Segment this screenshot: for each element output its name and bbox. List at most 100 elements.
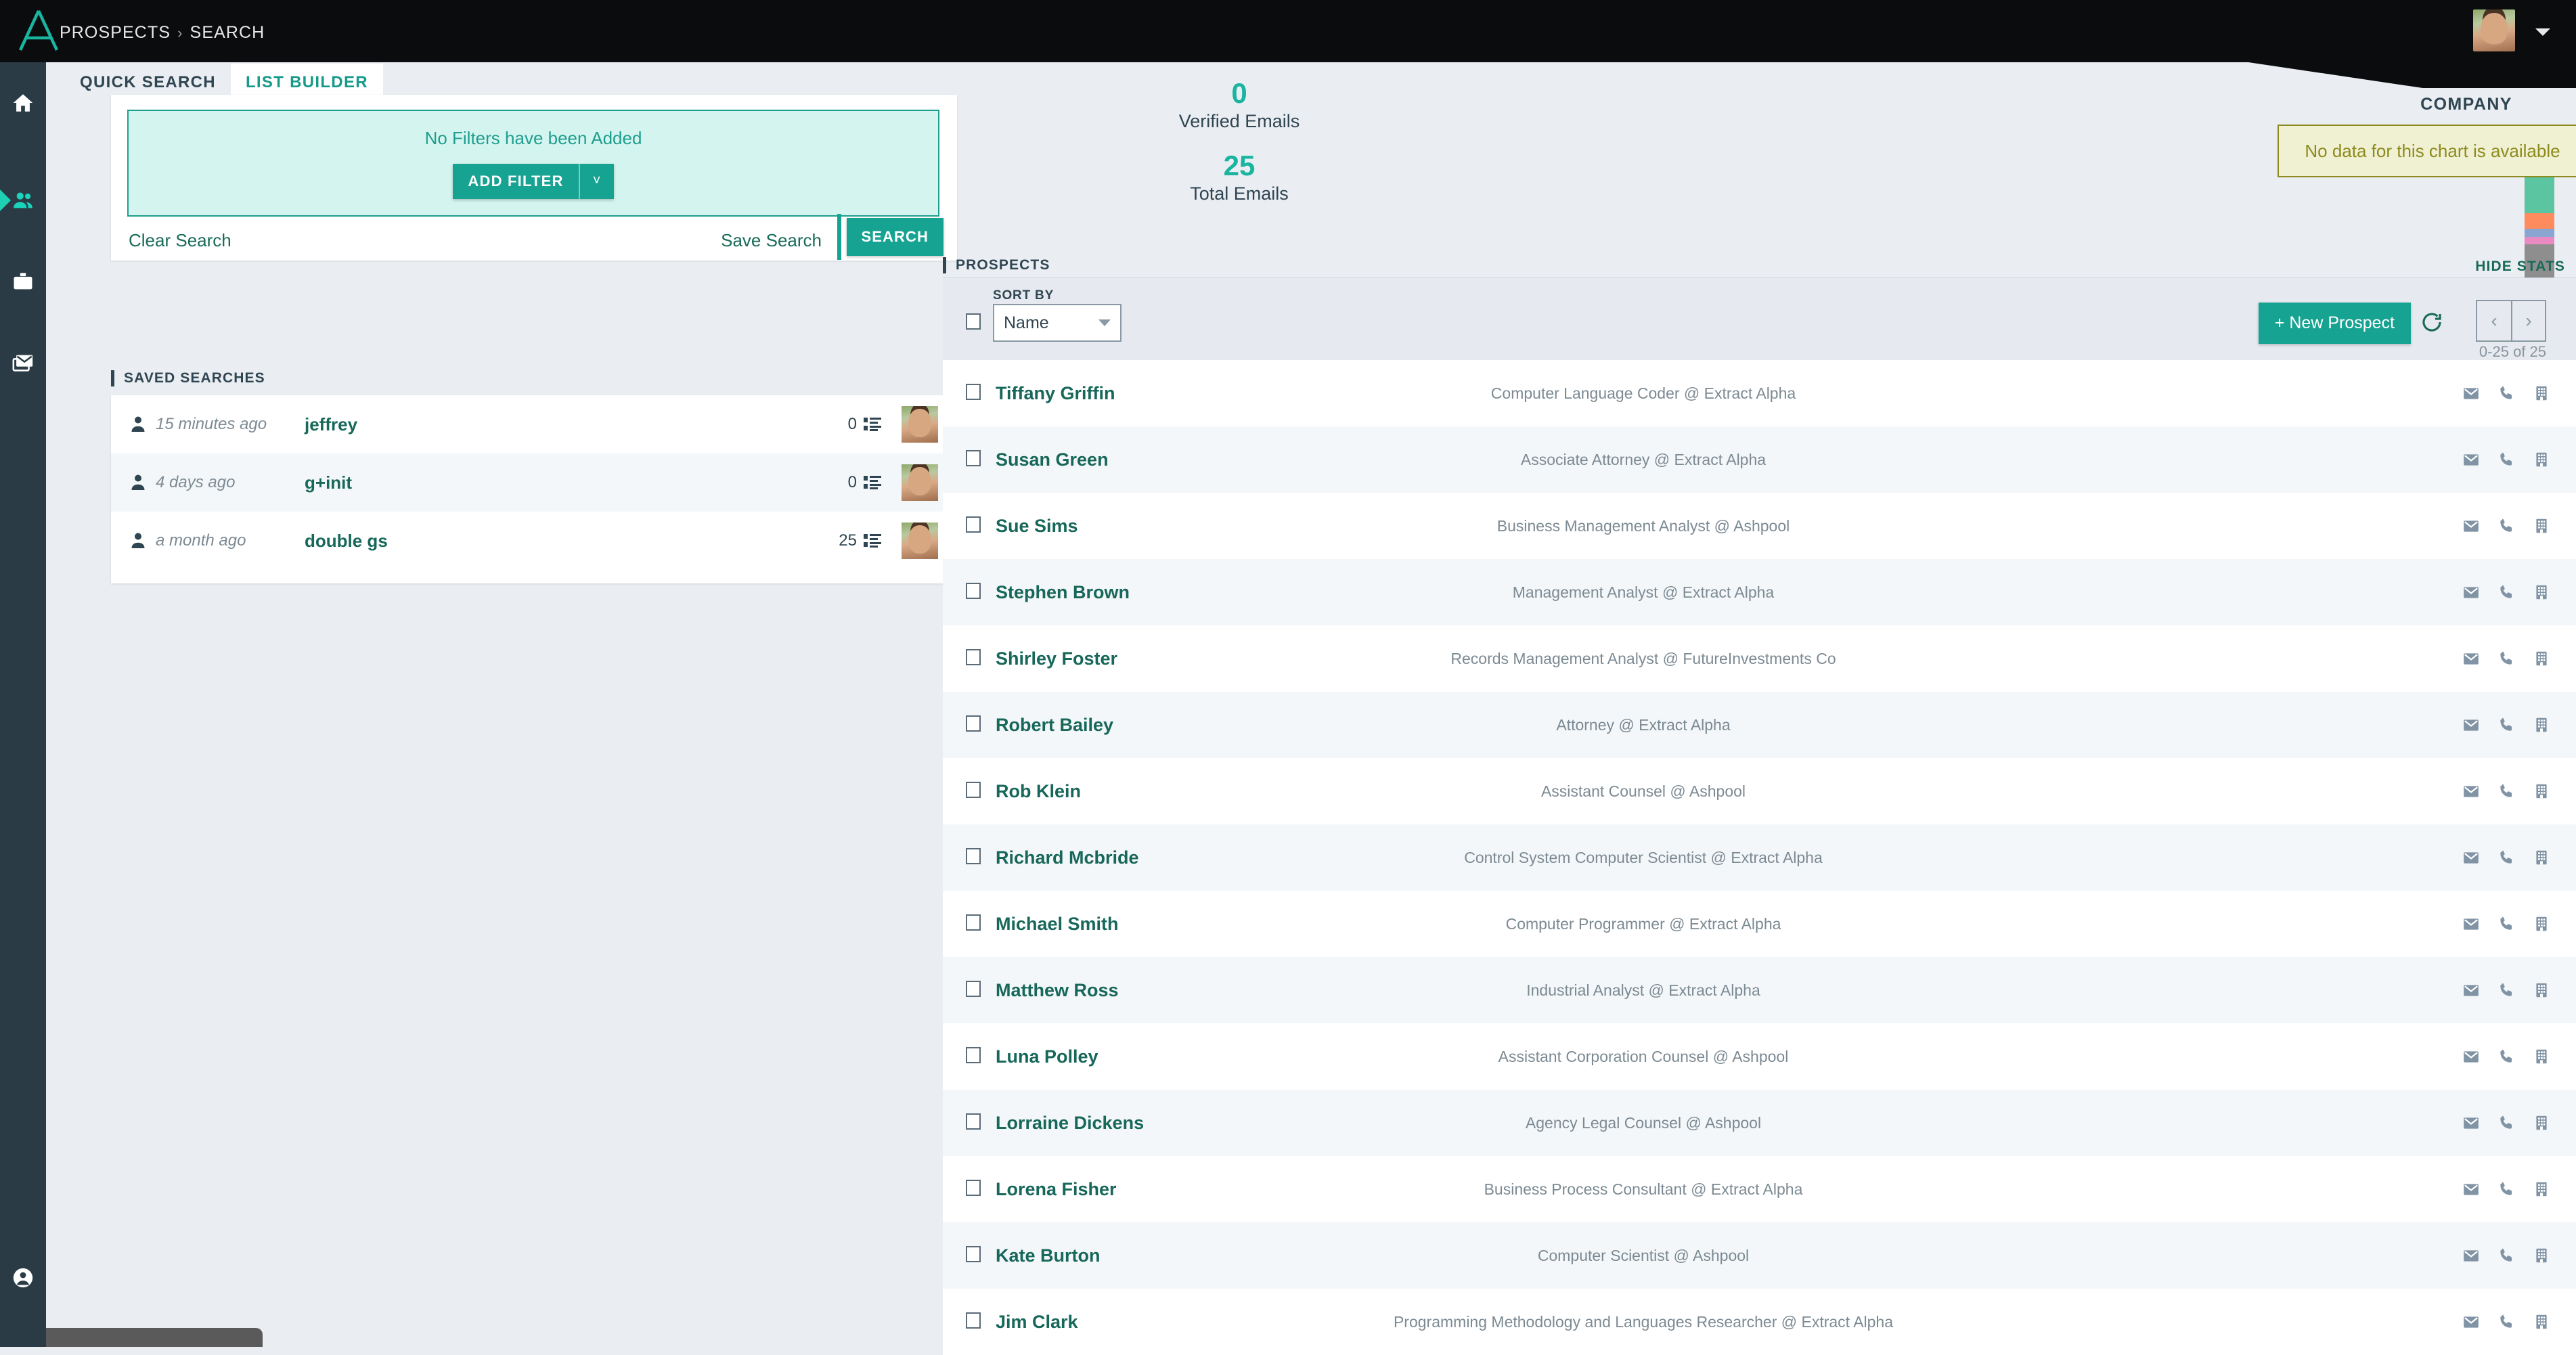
chevron-down-icon[interactable]: ˅ — [579, 164, 614, 199]
sort-by-select[interactable]: Name — [993, 304, 1122, 342]
briefcase-icon — [12, 270, 35, 293]
table-row[interactable]: Rob KleinAssistant Counsel @ Ashpool — [943, 758, 2576, 824]
select-all-checkbox-wrap[interactable] — [966, 313, 981, 333]
prev-page-button[interactable]: ‹ — [2477, 301, 2511, 340]
building-icon[interactable] — [2533, 583, 2550, 601]
phone-icon[interactable] — [2497, 782, 2515, 800]
breadcrumb-item-search[interactable]: SEARCH — [190, 23, 265, 43]
refresh-icon[interactable] — [2420, 311, 2443, 334]
building-icon[interactable] — [2533, 1313, 2550, 1331]
email-icon[interactable] — [2462, 1048, 2480, 1065]
table-row[interactable]: Tiffany GriffinComputer Language Coder @… — [943, 360, 2576, 426]
phone-icon[interactable] — [2497, 1313, 2515, 1331]
table-row[interactable]: Stephen BrownManagement Analyst @ Extrac… — [943, 559, 2576, 625]
phone-icon[interactable] — [2497, 981, 2515, 999]
table-row[interactable]: Jim ClarkProgramming Methodology and Lan… — [943, 1289, 2576, 1355]
list-icon[interactable] — [864, 474, 881, 491]
verified-emails-label: Verified Emails — [1117, 111, 1361, 132]
building-icon[interactable] — [2533, 782, 2550, 800]
table-row[interactable]: Shirley FosterRecords Management Analyst… — [943, 625, 2576, 692]
building-icon[interactable] — [2533, 1180, 2550, 1198]
email-icon[interactable] — [2462, 517, 2480, 535]
table-row[interactable]: Sue SimsBusiness Management Analyst @ As… — [943, 493, 2576, 559]
table-row[interactable]: Lorena FisherBusiness Process Consultant… — [943, 1156, 2576, 1222]
building-icon[interactable] — [2533, 1048, 2550, 1065]
email-icon[interactable] — [2462, 583, 2480, 601]
hide-stats-button[interactable]: HIDE STATS — [2475, 259, 2565, 275]
sidebar-item-campaigns[interactable] — [0, 338, 46, 387]
email-icon[interactable] — [2462, 650, 2480, 667]
phone-icon[interactable] — [2497, 849, 2515, 866]
filter-drop-area[interactable]: No Filters have been Added ADD FILTER ˅ — [127, 110, 939, 217]
table-row[interactable]: Michael SmithComputer Programmer @ Extra… — [943, 891, 2576, 957]
saved-search-row[interactable]: 15 minutes ago jeffrey 0 — [111, 395, 957, 453]
table-row[interactable]: Robert BaileyAttorney @ Extract Alpha — [943, 692, 2576, 758]
saved-search-avatar — [902, 406, 938, 443]
phone-icon[interactable] — [2497, 1247, 2515, 1264]
email-icon[interactable] — [2462, 1247, 2480, 1264]
clear-search-link[interactable]: Clear Search — [129, 230, 231, 251]
building-icon[interactable] — [2533, 716, 2550, 734]
table-row[interactable]: Matthew RossIndustrial Analyst @ Extract… — [943, 957, 2576, 1023]
save-search-link[interactable]: Save Search — [721, 230, 822, 251]
breadcrumb-item-prospects[interactable]: PROSPECTS — [60, 23, 171, 43]
phone-icon[interactable] — [2497, 1180, 2515, 1198]
email-icon[interactable] — [2462, 716, 2480, 734]
phone-icon[interactable] — [2497, 1114, 2515, 1132]
phone-icon[interactable] — [2497, 915, 2515, 933]
building-icon[interactable] — [2533, 915, 2550, 933]
sidebar-item-prospects[interactable] — [0, 176, 46, 225]
phone-icon[interactable] — [2497, 583, 2515, 601]
chevron-down-icon[interactable] — [2535, 28, 2550, 36]
building-icon[interactable] — [2533, 849, 2550, 866]
table-row[interactable]: Kate BurtonComputer Scientist @ Ashpool — [943, 1222, 2576, 1289]
table-row[interactable]: Luna PolleyAssistant Corporation Counsel… — [943, 1023, 2576, 1090]
saved-search-row[interactable]: a month ago double gs 25 — [111, 512, 957, 570]
phone-icon[interactable] — [2497, 451, 2515, 468]
new-prospect-button[interactable]: + New Prospect — [2259, 303, 2411, 344]
email-icon[interactable] — [2462, 849, 2480, 866]
building-icon[interactable] — [2533, 384, 2550, 402]
next-page-button[interactable]: › — [2511, 301, 2545, 340]
phone-icon[interactable] — [2497, 517, 2515, 535]
sidebar-item-home[interactable] — [0, 79, 46, 127]
top-header: PROSPECTS › SEARCH — [0, 0, 2576, 62]
table-row[interactable]: Richard McbrideControl System Computer S… — [943, 824, 2576, 891]
email-icon[interactable] — [2462, 451, 2480, 468]
email-icon[interactable] — [2462, 981, 2480, 999]
select-all-checkbox[interactable] — [966, 313, 981, 330]
building-icon[interactable] — [2533, 451, 2550, 468]
phone-icon[interactable] — [2497, 1048, 2515, 1065]
phone-icon[interactable] — [2497, 650, 2515, 667]
list-icon[interactable] — [864, 416, 881, 432]
add-filter-button[interactable]: ADD FILTER ˅ — [453, 164, 613, 199]
phone-icon[interactable] — [2497, 716, 2515, 734]
table-row[interactable]: Lorraine DickensAgency Legal Counsel @ A… — [943, 1090, 2576, 1156]
avatar[interactable] — [2473, 9, 2515, 51]
email-icon[interactable] — [2462, 782, 2480, 800]
email-icon[interactable] — [2462, 915, 2480, 933]
list-icon[interactable] — [864, 533, 881, 549]
table-row[interactable]: Susan GreenAssociate Attorney @ Extract … — [943, 426, 2576, 493]
logo-a-icon[interactable] — [15, 7, 62, 54]
email-icon[interactable] — [2462, 1313, 2480, 1331]
prospect-title: Business Process Consultant @ Extract Al… — [943, 1180, 2344, 1199]
saved-search-name[interactable]: double gs — [305, 531, 388, 552]
company-chart-empty-message: No data for this chart is available — [2278, 125, 2576, 177]
building-icon[interactable] — [2533, 517, 2550, 535]
search-button[interactable]: SEARCH — [847, 218, 944, 256]
building-icon[interactable] — [2533, 1114, 2550, 1132]
saved-search-row[interactable]: 4 days ago g+init 0 — [111, 453, 957, 512]
sidebar-item-companies[interactable] — [0, 257, 46, 306]
email-icon[interactable] — [2462, 384, 2480, 402]
phone-icon[interactable] — [2497, 384, 2515, 402]
email-icon[interactable] — [2462, 1114, 2480, 1132]
building-icon[interactable] — [2533, 981, 2550, 999]
building-icon[interactable] — [2533, 1247, 2550, 1264]
email-icon[interactable] — [2462, 1180, 2480, 1198]
saved-search-name[interactable]: jeffrey — [305, 414, 357, 435]
location-bar-segment — [2525, 229, 2554, 236]
building-icon[interactable] — [2533, 650, 2550, 667]
sidebar-item-account[interactable] — [0, 1253, 46, 1302]
saved-search-name[interactable]: g+init — [305, 472, 352, 493]
